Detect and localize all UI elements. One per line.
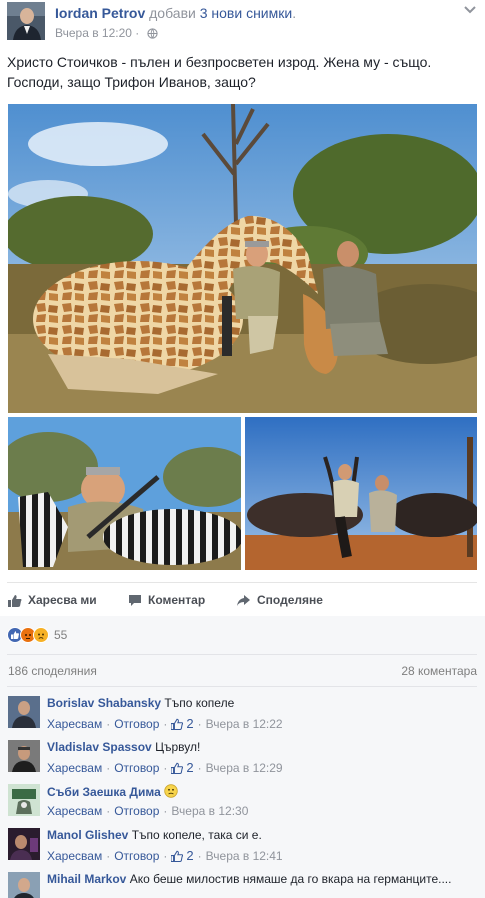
comment-timestamp[interactable]: Вчера в 12:41: [206, 849, 283, 863]
comment-like-link[interactable]: Харесвам: [47, 849, 102, 863]
comment-meta: Харесвам · Отговор · 2 · Вчера в 12:41: [47, 848, 283, 863]
comment-body: Съби Заешка Дима: [47, 784, 178, 801]
like-button[interactable]: Харесва ми: [8, 592, 97, 608]
comment-item: Съби Заешка Дима Харесвам · Отговор · Вч…: [0, 782, 485, 826]
comment-button[interactable]: Коментар: [128, 592, 205, 608]
thumbs-up-icon: [171, 850, 184, 862]
action-text: добави: [149, 5, 196, 21]
comment-timestamp[interactable]: Вчера в 12:29: [206, 761, 283, 775]
comment-likes[interactable]: 2: [171, 760, 194, 775]
commenter-avatar[interactable]: [8, 872, 40, 898]
comment-icon: [129, 594, 141, 606]
comment-meta: Харесвам · Отговор · 2 · Вчера в 12:22: [47, 716, 283, 731]
meta-separator: ·: [163, 848, 168, 863]
comment-reply-link[interactable]: Отговор: [114, 804, 159, 818]
comment-text: Цървул!: [155, 740, 201, 754]
comment-reply-link[interactable]: Отговор: [114, 761, 159, 775]
comment-body: Borislav Shabansky Тъпо копеле: [47, 696, 234, 710]
comment-text: Тъпо копеле: [164, 696, 235, 710]
reaction-count: 55: [54, 628, 68, 642]
shares-count[interactable]: 186 споделяния: [8, 664, 97, 678]
comment-item: Manol Glishev Тъпо копеле, така си е. Ха…: [0, 826, 485, 870]
meta-separator: ·: [163, 716, 168, 731]
reactions-summary[interactable]: 55: [7, 626, 67, 644]
photo-giraffe[interactable]: [8, 104, 477, 413]
commenter-avatar[interactable]: [8, 828, 40, 860]
meta-separator: ·: [197, 716, 202, 731]
share-label: Споделяне: [257, 593, 323, 607]
comment-body: Manol Glishev Тъпо копеле, така си е.: [47, 828, 262, 842]
comment-reply-link[interactable]: Отговор: [114, 717, 159, 731]
meta-separator: ·: [106, 848, 111, 863]
commenter-name-link[interactable]: Vladislav Spassov: [47, 740, 152, 754]
comment-label: Коментар: [148, 593, 206, 607]
meta-separator: ·: [197, 848, 202, 863]
comment-like-link[interactable]: Харесвам: [47, 761, 102, 775]
comment-like-count: 2: [186, 760, 194, 775]
comment-timestamp[interactable]: Вчера в 12:22: [206, 717, 283, 731]
commenter-avatar[interactable]: [8, 696, 40, 728]
comment-likes[interactable]: 2: [171, 716, 194, 731]
meta-separator: ·: [135, 26, 140, 40]
meta-separator: ·: [106, 804, 111, 818]
meta-separator: ·: [163, 804, 168, 818]
divider: [7, 654, 477, 655]
comment-like-link[interactable]: Харесвам: [47, 804, 102, 818]
commenter-avatar[interactable]: [8, 740, 40, 772]
comment-item: Mihail Markov Ако беше милостив нямаше д…: [0, 870, 485, 898]
meta-separator: ·: [163, 760, 168, 775]
share-button[interactable]: Споделяне: [236, 592, 323, 608]
comment-text: Ако беше милостив нямаше да го вкара на …: [129, 872, 452, 886]
thumbs-up-icon: [171, 718, 184, 730]
author-name-link[interactable]: Iordan Petrov: [55, 5, 145, 21]
author-avatar[interactable]: [7, 2, 45, 40]
period: .: [292, 5, 297, 21]
comment-meta: Харесвам · Отговор · 2 · Вчера в 12:29: [47, 760, 283, 775]
commenter-avatar[interactable]: [8, 784, 40, 816]
commenter-name-link[interactable]: Manol Glishev: [47, 828, 128, 842]
comment-timestamp[interactable]: Вчера в 12:30: [171, 804, 248, 818]
share-arrow-icon: [237, 594, 250, 606]
like-label: Харесва ми: [28, 593, 97, 607]
photo-zebra[interactable]: [8, 417, 241, 570]
post-header: Iordan Petrov добави 3 нови снимки. Вчер…: [0, 0, 485, 44]
meta-separator: ·: [106, 716, 111, 731]
comment-meta: Харесвам · Отговор · Вчера в 12:30: [47, 804, 248, 818]
comment-item: Borislav Shabansky Тъпо копеле Харесвам …: [0, 694, 485, 738]
post-timestamp[interactable]: Вчера в 12:20: [55, 26, 132, 40]
author-line: Iordan Petrov добави 3 нови снимки.: [55, 5, 296, 21]
comment-like-count: 2: [186, 716, 194, 731]
comment-like-count: 2: [186, 848, 194, 863]
thumbs-up-icon: [8, 594, 22, 607]
divider: [7, 582, 477, 583]
comment-text: Тъпо копеле, така си е.: [131, 828, 262, 842]
comment-reply-link[interactable]: Отговор: [114, 849, 159, 863]
comment-likes[interactable]: 2: [171, 848, 194, 863]
globe-icon: [147, 28, 158, 42]
commenter-name-link[interactable]: Borislav Shabansky: [47, 696, 161, 710]
commenter-name-link[interactable]: Съби Заешка Дима: [47, 785, 161, 799]
comment-body: Vladislav Spassov Цървул!: [47, 740, 200, 754]
comment-like-link[interactable]: Харесвам: [47, 717, 102, 731]
commenter-name-link[interactable]: Mihail Markov: [47, 872, 126, 886]
meta-separator: ·: [106, 760, 111, 775]
comment-item: Vladislav Spassov Цървул! Харесвам · Отг…: [0, 738, 485, 782]
chevron-down-icon[interactable]: [463, 3, 477, 17]
post-text: Христо Стоичков - пълен и безпросветен и…: [7, 54, 432, 90]
comments-count[interactable]: 28 коментара: [401, 664, 477, 678]
post-meta: Вчера в 12:20 ·: [55, 26, 158, 42]
sad-icon: [33, 627, 49, 643]
photos-link[interactable]: 3 нови снимки: [200, 5, 292, 21]
meta-separator: ·: [197, 760, 202, 775]
divider: [7, 686, 477, 687]
thumbs-up-icon: [171, 762, 184, 774]
comment-body: Mihail Markov Ако беше милостив нямаше д…: [47, 872, 451, 886]
slight-frown-emoji-icon: [164, 784, 178, 801]
photo-sable-antelope[interactable]: [245, 417, 477, 570]
